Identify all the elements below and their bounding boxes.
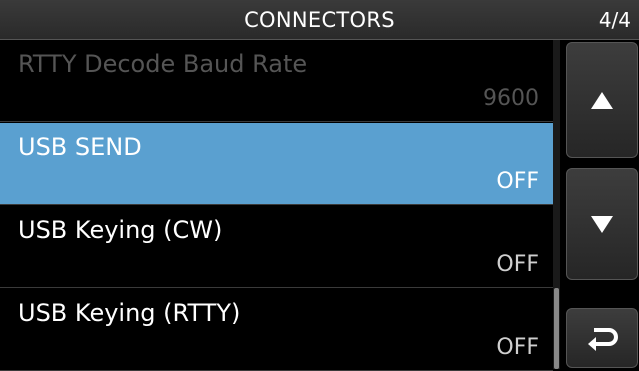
- page-title: CONNECTORS: [244, 8, 395, 32]
- menu-item-value: OFF: [496, 252, 539, 277]
- back-button[interactable]: [566, 308, 638, 368]
- title-bar: CONNECTORS 4/4: [0, 0, 639, 40]
- menu-list: RTTY Decode Baud Rate 9600 USB SEND OFF …: [0, 40, 555, 371]
- menu-item-rtty-decode-baud-rate[interactable]: RTTY Decode Baud Rate 9600: [0, 40, 553, 122]
- menu-item-value: 9600: [483, 86, 539, 111]
- scroll-down-button[interactable]: [566, 168, 638, 280]
- menu-item-usb-keying-cw[interactable]: USB Keying (CW) OFF: [0, 206, 553, 288]
- menu-item-usb-keying-rtty[interactable]: USB Keying (RTTY) OFF: [0, 289, 553, 371]
- triangle-down-icon: [591, 215, 613, 233]
- scrollbar-thumb[interactable]: [554, 288, 559, 369]
- return-arrow-icon: [588, 328, 618, 351]
- menu-item-value: OFF: [496, 169, 539, 194]
- menu-item-label: USB Keying (CW): [18, 216, 223, 244]
- menu-item-usb-send[interactable]: USB SEND OFF: [0, 123, 553, 205]
- scroll-up-button[interactable]: [566, 42, 638, 158]
- menu-item-label: USB Keying (RTTY): [18, 299, 241, 327]
- menu-item-label: RTTY Decode Baud Rate: [18, 50, 308, 78]
- triangle-up-icon: [591, 91, 613, 109]
- menu-item-value: OFF: [496, 335, 539, 360]
- scrollbar[interactable]: [553, 40, 560, 369]
- page-indicator: 4/4: [598, 8, 631, 32]
- menu-item-label: USB SEND: [18, 133, 142, 161]
